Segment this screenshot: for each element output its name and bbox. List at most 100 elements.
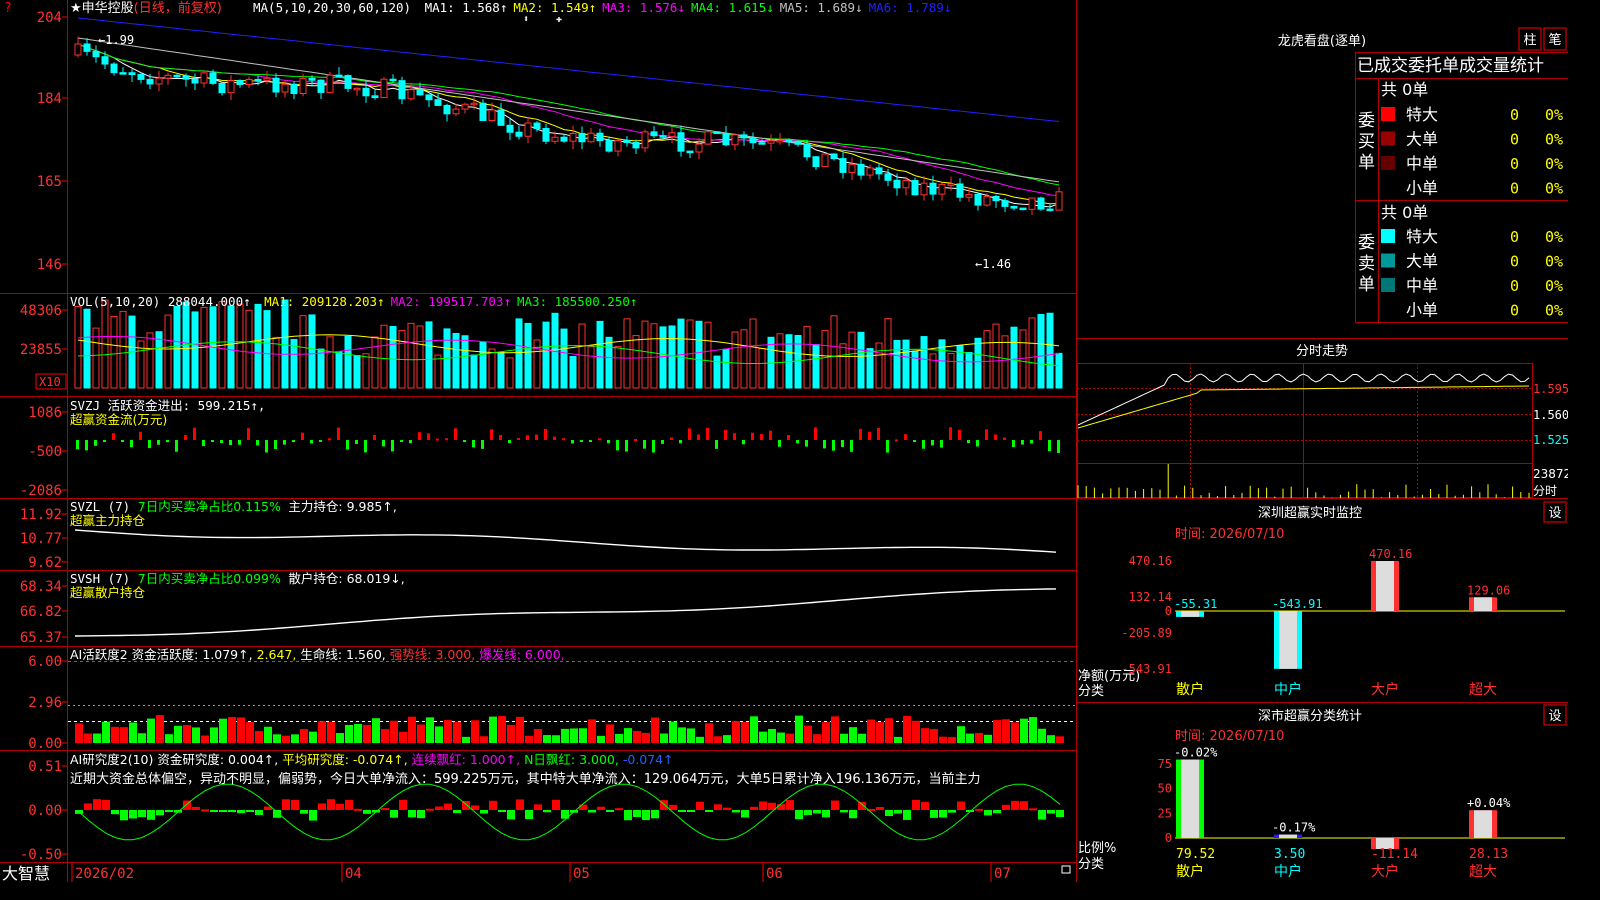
tab-column[interactable]: 柱 [1523, 33, 1536, 48]
ai-research-bar [714, 804, 722, 810]
category-bar-highlight [1474, 810, 1492, 838]
candle-body [200, 72, 208, 84]
svzj-bar [436, 438, 439, 441]
svzj-bar [580, 440, 583, 442]
ai-research-bar [354, 808, 362, 811]
ai-research-bar [552, 799, 560, 810]
ai-research-bar [237, 810, 245, 814]
candle-body [560, 136, 568, 142]
stock-title[interactable]: ★申华控股(日线，前复权) [70, 0, 222, 16]
ai-activity-bar [525, 735, 533, 743]
candle-body [686, 150, 694, 154]
ai-research-bar [1002, 804, 1010, 810]
svzl-axis-label: 11.92 [20, 507, 62, 523]
bar-axis-label: 0 [1165, 604, 1172, 618]
ai-activity-bar [102, 721, 110, 743]
ai-research-bar [408, 810, 416, 818]
ai-activity-bar [345, 724, 353, 743]
ai-research-bar [291, 799, 299, 810]
ai-activity-bar [147, 718, 155, 743]
ai-activity-bar [381, 729, 389, 743]
ai-research-bar [642, 810, 650, 821]
candle-body [929, 182, 937, 195]
candle-body [884, 173, 892, 181]
ai-research-bar [111, 810, 119, 815]
ai-activity-bar [237, 717, 245, 743]
ai-activity-bar [255, 730, 263, 743]
intraday-title: 分时走势 [1296, 343, 1348, 359]
volume-bar [461, 335, 469, 389]
candle-body [101, 56, 109, 65]
row-name: 小单 [1406, 179, 1438, 198]
volume-bar [74, 305, 82, 389]
volume-bar [407, 322, 415, 389]
svzj-bar [553, 436, 556, 440]
candle-body [299, 77, 307, 95]
candle-body [713, 131, 721, 135]
ai-research-bar [75, 810, 83, 814]
bar-ratio-label: -11.14 [1371, 847, 1418, 862]
menu-marker-icon[interactable]: ? [4, 1, 12, 16]
volume-bar [380, 324, 388, 389]
ai-research-bar [336, 803, 344, 810]
svzj-bar [346, 440, 349, 450]
ai-activity-bar [786, 733, 794, 743]
tab-stroke[interactable]: 笔 [1548, 32, 1561, 48]
candle-body [452, 108, 460, 115]
candle-body [974, 193, 982, 206]
intraday-price-label: 1.525 [1533, 433, 1568, 447]
volume-bar [488, 348, 496, 389]
candle-body [1037, 197, 1045, 210]
candle-body [983, 195, 991, 206]
svzj-bar [544, 428, 547, 440]
ai-research-bar [138, 810, 146, 818]
ai-activity-bar [210, 727, 218, 743]
ma-marker-icon: ✚ [556, 14, 562, 25]
ai-activity-bar [201, 735, 209, 743]
svzj-bar [661, 440, 664, 444]
category-label: 散户 [1176, 681, 1204, 698]
svzj-bar [202, 440, 205, 447]
candle-body [1046, 208, 1054, 212]
ai-research-bar [606, 810, 614, 812]
volume-bar [884, 318, 892, 389]
intraday-volume-label: 分时 [1533, 484, 1557, 498]
candle-body [380, 78, 388, 99]
svsh-sub: 超赢散户持仓 [70, 585, 146, 600]
classify-settings[interactable]: 设 [1548, 709, 1561, 724]
candle-body [668, 132, 676, 137]
volume-bar [317, 348, 325, 389]
svzj-bar [643, 440, 646, 449]
monitor-settings[interactable]: 设 [1548, 506, 1561, 521]
candle-body [488, 109, 496, 122]
candle-body [290, 83, 298, 95]
ai-research-bar [633, 810, 641, 818]
ai-research-bar [651, 810, 659, 819]
svzj-bar [841, 440, 844, 447]
volume-bar [389, 325, 397, 389]
svzj-bar [940, 440, 943, 448]
volume-bar [848, 331, 856, 389]
category-label: 中户 [1274, 863, 1302, 880]
ai-activity-bar [1029, 717, 1037, 743]
date-label: 07 [994, 866, 1011, 882]
ai-research-bar [912, 799, 920, 810]
volume-bar [569, 356, 577, 389]
ai-research-bar [84, 803, 92, 810]
category-bar-highlight [1279, 611, 1297, 669]
candle-body [659, 135, 667, 138]
svzj-bar [652, 440, 655, 453]
ai-research-bar [876, 806, 884, 810]
candle-body [173, 74, 181, 78]
ai-research-bar [102, 799, 110, 810]
svzj-bar [913, 440, 916, 442]
ai-activity-bar [273, 734, 281, 743]
ai-research-bar [1047, 810, 1055, 814]
ai-research-bar [921, 801, 929, 810]
volume-bar [740, 329, 748, 389]
svzj-bar [328, 438, 331, 441]
row-pct: 0% [1545, 228, 1563, 246]
ai-research-bar [822, 810, 830, 818]
bar-ratio-label: 79.52 [1176, 847, 1215, 862]
candle-body [407, 89, 415, 100]
